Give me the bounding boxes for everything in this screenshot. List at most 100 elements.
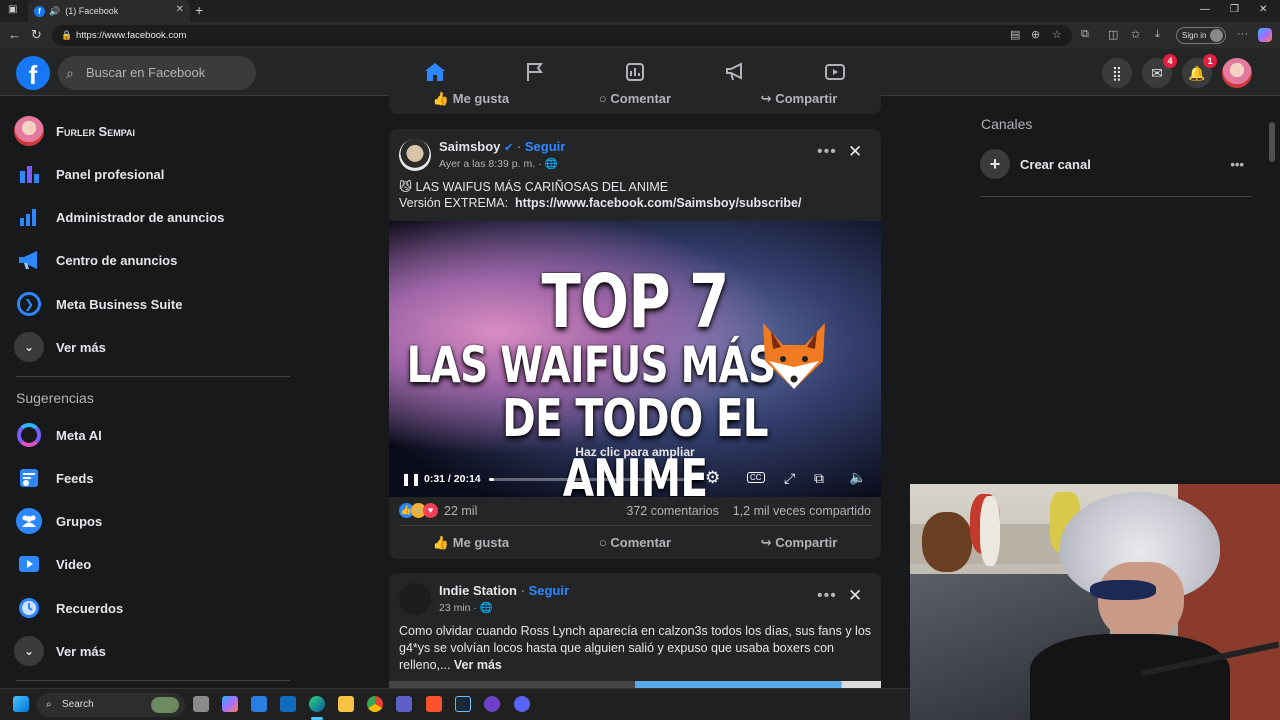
reader-mode-icon[interactable]: ▤	[1010, 28, 1020, 41]
tab-actions-icon[interactable]: ▣	[8, 4, 17, 15]
video-player[interactable]: TOP 7 LAS WAIFUS MÁS DE TODO EL ANIME Ha…	[389, 221, 881, 497]
messenger-button[interactable]: ✉ 4	[1142, 54, 1177, 88]
speaker-icon[interactable]: 🔊	[49, 6, 60, 17]
settings-gear-icon[interactable]: ⚙	[705, 468, 720, 488]
sidebar-item-business-suite[interactable]: ❯ Meta Business Suite	[14, 286, 294, 322]
share-button[interactable]: ↪ Compartir	[717, 83, 881, 115]
teams-icon[interactable]	[396, 696, 412, 712]
page-scrollbar[interactable]	[1269, 122, 1275, 162]
zoom-icon[interactable]: ⊕	[1031, 28, 1040, 41]
edge-icon[interactable]	[309, 696, 325, 712]
comments-count[interactable]: 372 comentarios	[626, 504, 718, 518]
engagement-stats: 372 comentarios 1,2 mil veces compartido	[626, 504, 871, 518]
create-channel-button[interactable]: + Crear canal •••	[980, 148, 1250, 180]
sidebar-item-ads-center[interactable]: Centro de anuncios	[14, 242, 294, 278]
sidebar-item-meta-ai[interactable]: Meta AI	[14, 417, 294, 453]
comment-button[interactable]: ○ Comentar	[553, 527, 717, 559]
sidebar-item-see-more-2[interactable]: ⌄ Ver más	[14, 633, 294, 669]
sidebar-profile[interactable]: Furler Sempai	[14, 113, 294, 149]
facebook-logo-icon[interactable]: f	[16, 56, 50, 90]
author-avatar[interactable]	[399, 583, 431, 615]
previous-post-footer: 👍 Me gusta ○ Comentar ↪ Compartir	[389, 86, 881, 114]
plus-icon: +	[980, 149, 1010, 179]
comment-button[interactable]: ○ Comentar	[553, 83, 717, 115]
sidebar-item-panel-profesional[interactable]: Panel profesional	[14, 156, 294, 192]
new-tab-icon[interactable]: +	[195, 2, 203, 18]
refresh-icon[interactable]: ↻	[31, 27, 42, 43]
expand-icon[interactable]: ⤢	[784, 470, 795, 487]
post-time[interactable]: Ayer a las 8:39 p. m. ·	[439, 158, 542, 170]
search-icon: ⌕	[46, 699, 52, 710]
downloads-icon[interactable]: ⤓	[1155, 28, 1160, 41]
author-avatar[interactable]	[399, 139, 431, 171]
video-tab-icon	[825, 64, 845, 80]
more-menu-icon[interactable]: ···	[1237, 28, 1248, 40]
sidebar-item-ads-manager[interactable]: Administrador de anuncios	[14, 199, 294, 235]
home-icon	[425, 63, 445, 81]
video-progress-track[interactable]	[489, 478, 692, 481]
maximize-icon[interactable]: ❐	[1230, 4, 1239, 15]
minimize-icon[interactable]: —	[1200, 4, 1210, 15]
extensions-icon[interactable]: ⧉	[1081, 28, 1089, 41]
picture-in-picture-icon[interactable]: ⧉	[814, 470, 824, 487]
store-icon[interactable]	[251, 696, 267, 712]
follow-button[interactable]: Seguir	[525, 139, 565, 154]
copilot-taskbar-icon[interactable]	[222, 696, 238, 712]
sidebar-divider-2	[16, 680, 290, 681]
more-options-icon[interactable]: •••	[817, 143, 837, 161]
reactions-summary[interactable]: 👍 😆 ♥ 22 mil	[399, 503, 477, 518]
author-name[interactable]: Saimsboy	[439, 139, 500, 154]
post-time[interactable]: 23 min ·	[439, 602, 477, 614]
file-explorer-icon[interactable]	[338, 696, 354, 712]
see-more-link[interactable]: Ver más	[454, 658, 502, 672]
pause-icon[interactable]: ❚❚	[401, 472, 421, 486]
close-post-icon[interactable]: ✕	[848, 142, 862, 162]
captions-icon[interactable]: CC	[747, 472, 765, 483]
steam-icon[interactable]	[455, 696, 471, 712]
author-name[interactable]: Indie Station	[439, 583, 517, 598]
share-button[interactable]: ↪ Compartir	[717, 527, 881, 559]
sidebar-item-memories[interactable]: Recuerdos	[14, 590, 294, 626]
windows-start-icon[interactable]	[13, 696, 29, 712]
close-post-icon[interactable]: ✕	[848, 586, 862, 606]
outlook-icon[interactable]	[280, 696, 296, 712]
close-window-icon[interactable]: ✕	[1259, 4, 1267, 15]
profile-avatar[interactable]	[1222, 58, 1252, 88]
more-options-icon[interactable]: •••	[1230, 157, 1244, 172]
close-tab-icon[interactable]: ✕	[176, 4, 184, 15]
back-icon[interactable]: ←	[8, 27, 21, 42]
like-button[interactable]: 👍 Me gusta	[389, 527, 553, 559]
favorites-icon[interactable]: ✩	[1131, 28, 1140, 41]
split-screen-icon[interactable]: ◫	[1108, 28, 1118, 41]
sidebar-item-groups[interactable]: Grupos	[14, 503, 294, 539]
taskbar-search[interactable]: ⌕ Search	[37, 693, 185, 717]
url-field[interactable]: 🔒 https://www.facebook.com	[52, 25, 1072, 46]
chrome-icon[interactable]	[367, 696, 383, 712]
post-link[interactable]: https://www.facebook.com/Saimsboy/subscr…	[515, 196, 801, 210]
like-button[interactable]: 👍 Me gusta	[389, 83, 553, 115]
favorite-star-icon[interactable]: ☆	[1052, 28, 1062, 41]
shares-count[interactable]: 1,2 mil veces compartido	[733, 504, 871, 518]
sidebar-item-video[interactable]: Video	[14, 546, 294, 582]
volume-icon[interactable]: 🔈	[849, 469, 866, 486]
ads-chart-icon	[14, 202, 44, 232]
discord-icon[interactable]	[514, 696, 530, 712]
brave-icon[interactable]	[426, 696, 442, 712]
webcam-person-body	[1030, 634, 1230, 720]
sidebar-item-feeds[interactable]: Feeds	[14, 460, 294, 496]
follow-button[interactable]: Seguir	[529, 583, 569, 598]
webcam-overlay	[910, 484, 1280, 720]
browser-tab-facebook[interactable]: f 🔊 (1) Facebook ✕	[28, 0, 190, 22]
bell-icon: 🔔	[1188, 65, 1206, 81]
sidebar-item-label: Video	[56, 556, 92, 572]
copilot-icon[interactable]	[1258, 28, 1272, 42]
search-input[interactable]: ⌕ Buscar en Facebook	[58, 56, 256, 90]
notifications-button[interactable]: 🔔 1	[1182, 54, 1217, 88]
sidebar-item-label: Meta Business Suite	[56, 296, 183, 312]
github-desktop-icon[interactable]	[484, 696, 500, 712]
menu-grid-button[interactable]: ⣿	[1102, 58, 1132, 88]
sidebar-item-see-more[interactable]: ⌄ Ver más	[14, 329, 294, 365]
more-options-icon[interactable]: •••	[817, 587, 837, 605]
task-view-icon[interactable]	[193, 696, 209, 712]
sign-in-button[interactable]: Sign in	[1176, 27, 1226, 44]
